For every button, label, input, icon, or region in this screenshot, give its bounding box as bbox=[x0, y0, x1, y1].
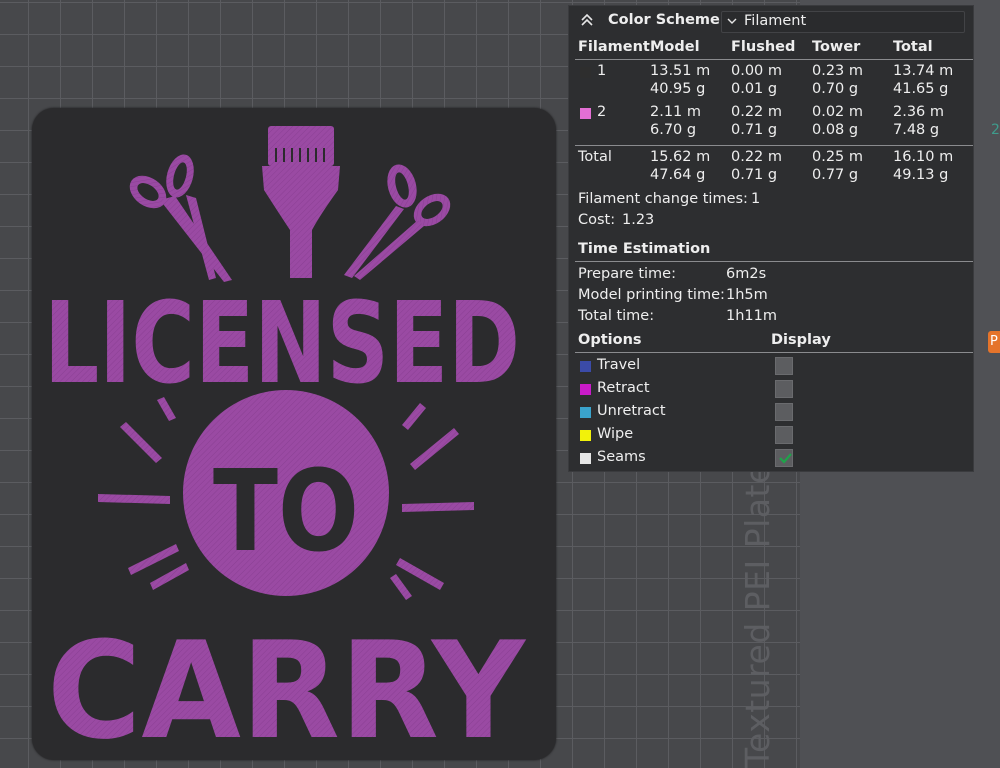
flushed-length: 0.22 m bbox=[731, 149, 783, 165]
tower-length: 0.25 m bbox=[812, 149, 864, 165]
model-length: 15.62 m bbox=[650, 149, 711, 165]
wipe-display-checkbox[interactable] bbox=[775, 426, 793, 444]
gcode-legend-panel: Color Scheme Filament Filament Model Flu… bbox=[568, 5, 974, 472]
col-header-tower: Tower bbox=[812, 39, 861, 55]
wipe-swatch bbox=[580, 430, 591, 441]
panel-title: Color Scheme bbox=[608, 12, 720, 28]
col-header-model: Model bbox=[650, 39, 700, 55]
model-weight: 6.70 g bbox=[650, 122, 697, 138]
art-line-carry: CARRY bbox=[47, 613, 527, 768]
prepare-time-label: Prepare time: bbox=[578, 266, 676, 282]
filament-swatch bbox=[580, 108, 591, 119]
seams-display-checkbox[interactable] bbox=[775, 449, 793, 467]
total-row-label: Total bbox=[578, 149, 612, 165]
flushed-length: 0.22 m bbox=[731, 104, 783, 120]
flushed-weight: 0.71 g bbox=[731, 122, 778, 138]
filament-change-value: 1 bbox=[751, 191, 761, 207]
color-scheme-select[interactable]: Filament bbox=[721, 11, 965, 33]
filament-change-label: Filament change times: bbox=[578, 191, 748, 207]
total-weight: 7.48 g bbox=[893, 122, 940, 138]
collapse-icon[interactable] bbox=[579, 12, 595, 28]
cost-label: Cost: bbox=[578, 212, 616, 228]
option-label: Travel bbox=[597, 357, 641, 373]
panel-header: Color Scheme Filament bbox=[569, 6, 973, 38]
option-label: Retract bbox=[597, 380, 650, 396]
filament-id: 2 bbox=[597, 104, 607, 120]
total-length: 16.10 m bbox=[893, 149, 954, 165]
option-label: Seams bbox=[597, 449, 646, 465]
tower-weight: 0.77 g bbox=[812, 167, 859, 183]
plate-type-label: Textured PEI Plate bbox=[738, 463, 777, 768]
retract-swatch bbox=[580, 384, 591, 395]
model-length: 13.51 m bbox=[650, 63, 711, 79]
total-weight: 49.13 g bbox=[893, 167, 949, 183]
art-line-to: TO bbox=[213, 447, 359, 577]
tower-length: 0.02 m bbox=[812, 104, 864, 120]
filament-swatch bbox=[580, 67, 591, 78]
brush-bristles bbox=[275, 148, 325, 162]
travel-display-checkbox[interactable] bbox=[775, 357, 793, 375]
right-side-tab[interactable]: P bbox=[988, 331, 1000, 353]
unretract-swatch bbox=[580, 407, 591, 418]
flushed-length: 0.00 m bbox=[731, 63, 783, 79]
unretract-display-checkbox[interactable] bbox=[775, 403, 793, 421]
model-print-time-value: 1h5m bbox=[726, 287, 768, 303]
option-label: Wipe bbox=[597, 426, 634, 442]
model-print-time-label: Model printing time: bbox=[578, 287, 725, 303]
col-header-total: Total bbox=[893, 39, 933, 55]
divider bbox=[575, 59, 973, 60]
chevron-down-icon bbox=[727, 18, 737, 24]
tower-length: 0.23 m bbox=[812, 63, 864, 79]
art-line-licensed: LICENSED bbox=[44, 279, 520, 409]
time-estimation-title: Time Estimation bbox=[578, 241, 711, 257]
model-length: 2.11 m bbox=[650, 104, 702, 120]
divider bbox=[575, 352, 973, 353]
edge-indicator-icon: 2 bbox=[991, 122, 1000, 138]
color-scheme-value: Filament bbox=[744, 13, 807, 29]
prepare-time-value: 6m2s bbox=[726, 266, 767, 282]
retract-display-checkbox[interactable] bbox=[775, 380, 793, 398]
model-weight: 47.64 g bbox=[650, 167, 706, 183]
total-length: 2.36 m bbox=[893, 104, 945, 120]
tower-weight: 0.70 g bbox=[812, 81, 859, 97]
divider bbox=[575, 261, 973, 262]
option-label: Unretract bbox=[597, 403, 666, 419]
total-time-value: 1h11m bbox=[726, 308, 777, 324]
model-weight: 40.95 g bbox=[650, 81, 706, 97]
options-title: Options bbox=[578, 332, 642, 348]
travel-swatch bbox=[580, 361, 591, 372]
tower-weight: 0.08 g bbox=[812, 122, 859, 138]
cost-value: 1.23 bbox=[622, 212, 655, 228]
total-time-label: Total time: bbox=[578, 308, 655, 324]
filament-id: 1 bbox=[597, 63, 607, 79]
col-header-flushed: Flushed bbox=[731, 39, 796, 55]
col-header-filament: Filament bbox=[578, 39, 650, 55]
flushed-weight: 0.71 g bbox=[731, 167, 778, 183]
total-length: 13.74 m bbox=[893, 63, 954, 79]
display-header: Display bbox=[771, 332, 831, 348]
seams-swatch bbox=[580, 453, 591, 464]
divider bbox=[575, 145, 973, 146]
total-weight: 41.65 g bbox=[893, 81, 949, 97]
flushed-weight: 0.01 g bbox=[731, 81, 778, 97]
checkmark-icon bbox=[779, 453, 792, 464]
